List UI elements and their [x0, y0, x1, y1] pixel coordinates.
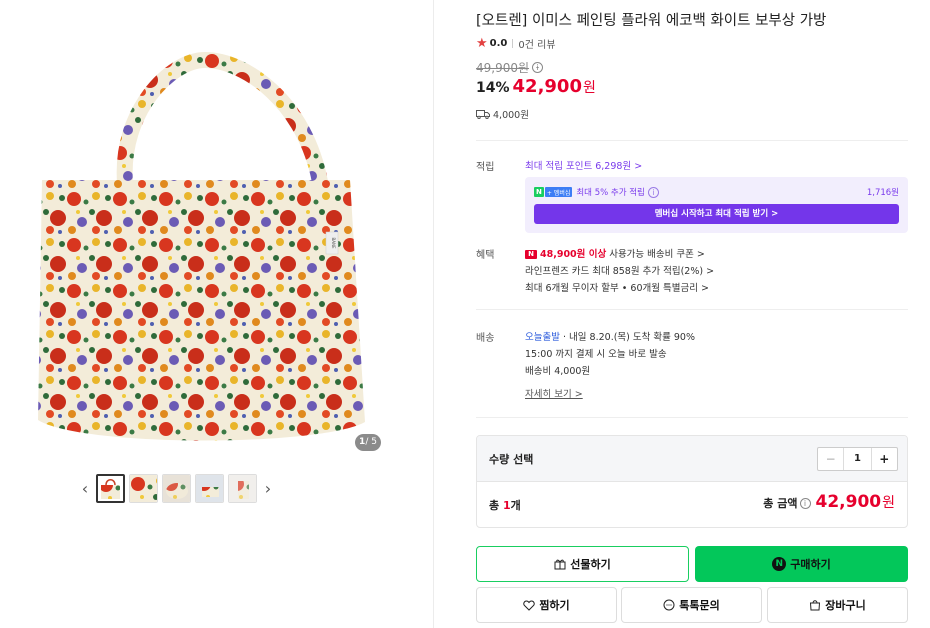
- shipping-fee: 4,000원: [493, 110, 529, 121]
- star-icon: ★: [476, 36, 488, 51]
- thumbnail-4[interactable]: [195, 474, 224, 503]
- membership-text: 최대 5% 추가 적립: [576, 188, 645, 198]
- talk-button[interactable]: 톡톡문의: [621, 587, 762, 623]
- quantity-label: 수량 선택: [489, 453, 534, 466]
- sale-price: 42,900: [512, 76, 582, 97]
- max-points-link[interactable]: 최대 적립 포인트 6,298원 >: [525, 158, 642, 172]
- naver-pay-icon: N: [772, 557, 787, 571]
- cutoff-text: 15:00 까지 결제 시 오늘 바로 발송: [525, 349, 667, 360]
- naver-badge: N: [534, 187, 544, 197]
- delivery-fee: 배송비 4,000원: [525, 366, 591, 377]
- product-main-image[interactable]: BANE: [20, 52, 390, 452]
- divider: [476, 417, 908, 418]
- rating-separator: [512, 39, 514, 48]
- total-count-value: 1: [502, 499, 511, 512]
- benefits-label: 혜택: [476, 250, 495, 261]
- thumbnail-strip: ‹ ›: [78, 474, 275, 503]
- coupon-icon: N: [525, 250, 537, 259]
- sale-price-currency: 원: [582, 80, 596, 96]
- buy-button[interactable]: N 구매하기: [695, 546, 908, 582]
- image-counter: 1/ 5: [355, 434, 381, 451]
- chat-bubble-icon: [663, 599, 675, 611]
- talk-label: 톡톡문의: [679, 599, 720, 612]
- bag-tag-label: BANE: [331, 238, 336, 249]
- points-label: 적립: [476, 162, 495, 173]
- arrival-estimate: · 내일 8.20.(목) 도착 확률 90%: [563, 332, 695, 343]
- review-count[interactable]: 0건 리뷰: [518, 36, 555, 51]
- thumbnail-1[interactable]: [96, 474, 125, 503]
- quantity-value[interactable]: 1: [844, 448, 870, 470]
- coupon-highlight: 48,900원 이상: [540, 249, 607, 260]
- info-icon[interactable]: i: [532, 62, 544, 73]
- gift-icon: [554, 558, 566, 570]
- chevron-left-icon[interactable]: ‹: [78, 474, 92, 503]
- sale-price-row: 14% 42,900 원: [476, 76, 596, 97]
- membership-box: N + 멤버십 최대 5% 추가 적립 i 1,716원 멤버십 시작하고 최대 …: [525, 177, 908, 233]
- delivery-label: 배송: [476, 333, 495, 344]
- thumbnail-3[interactable]: [162, 474, 191, 503]
- cart-button[interactable]: 장바구니: [767, 587, 908, 623]
- heart-icon: [523, 599, 535, 611]
- delivery-today-row: 오늘출발 · 내일 8.20.(목) 도착 확률 90%: [525, 329, 695, 343]
- gift-button[interactable]: 선물하기: [476, 546, 689, 582]
- total-count: 총 1개: [489, 497, 521, 513]
- shipping-fee-row: 4,000원: [476, 107, 529, 121]
- buy-label: 구매하기: [790, 558, 831, 571]
- rating-score: 0.0: [489, 38, 508, 49]
- thumbnail-5[interactable]: [228, 474, 257, 503]
- card-point-link[interactable]: 라인프렌즈 카드 최대 858원 추가 적립(2%) >: [525, 263, 714, 277]
- delivery-detail-link[interactable]: 자세히 보기 >: [525, 386, 583, 400]
- original-price: 49,900원: [476, 61, 530, 75]
- product-gallery: BANE 1/ 5 ‹ ›: [0, 0, 433, 628]
- chevron-right-icon[interactable]: ›: [261, 474, 275, 503]
- discount-percent: 14%: [476, 80, 510, 96]
- total-suffix: 개: [510, 499, 521, 512]
- quantity-box: 수량 선택 − 1 + 총 1개 총 금액 i 42,900 원: [476, 435, 908, 528]
- cart-label: 장바구니: [825, 599, 866, 612]
- shopping-bag-icon: [809, 599, 821, 611]
- wish-label: 찜하기: [539, 599, 570, 612]
- shipping-coupon-link[interactable]: N 48,900원 이상 사용가능 배송비 쿠폰 >: [525, 246, 705, 260]
- total-amount-label: 총 금액: [763, 497, 798, 510]
- total-amount: 총 금액 i 42,900 원: [763, 492, 895, 512]
- original-price-row: 49,900원 i: [476, 59, 544, 76]
- divider: [476, 309, 908, 310]
- rating-summary[interactable]: ★ 0.0 0건 리뷰: [476, 36, 556, 51]
- total-prefix: 총: [489, 499, 503, 512]
- today-dispatch-badge: 오늘출발: [525, 332, 560, 343]
- info-icon[interactable]: i: [799, 498, 811, 509]
- decrease-button[interactable]: −: [818, 448, 845, 470]
- total-amount-currency: 원: [882, 495, 895, 511]
- divider: [476, 140, 908, 141]
- info-icon[interactable]: i: [647, 186, 659, 198]
- installment-link[interactable]: 최대 6개월 무이자 할부 • 60개월 특별금리 >: [525, 280, 709, 294]
- product-title: [오트렌] 이미스 페인팅 플라워 에코백 화이트 보부상 가방: [476, 13, 827, 29]
- column-divider: [433, 0, 434, 628]
- membership-amount: 1,716원: [866, 188, 899, 198]
- truck-icon: [476, 110, 490, 119]
- thumbnail-2[interactable]: [129, 474, 158, 503]
- membership-badge: + 멤버십: [544, 187, 573, 197]
- total-amount-price: 42,900: [815, 492, 882, 512]
- coupon-text: 사용가능 배송비 쿠폰 >: [606, 249, 705, 260]
- gift-label: 선물하기: [570, 558, 611, 571]
- increase-button[interactable]: +: [870, 448, 897, 470]
- quantity-stepper: − 1 +: [817, 447, 898, 471]
- quantity-header: 수량 선택 − 1 +: [477, 436, 907, 482]
- membership-start-button[interactable]: 멤버십 시작하고 최대 적립 받기 >: [534, 204, 899, 224]
- wish-button[interactable]: 찜하기: [476, 587, 617, 623]
- quantity-total: 총 1개 총 금액 i 42,900 원: [477, 482, 907, 527]
- membership-row: N + 멤버십 최대 5% 추가 적립 i: [534, 186, 659, 198]
- image-counter-total: / 5: [365, 437, 377, 447]
